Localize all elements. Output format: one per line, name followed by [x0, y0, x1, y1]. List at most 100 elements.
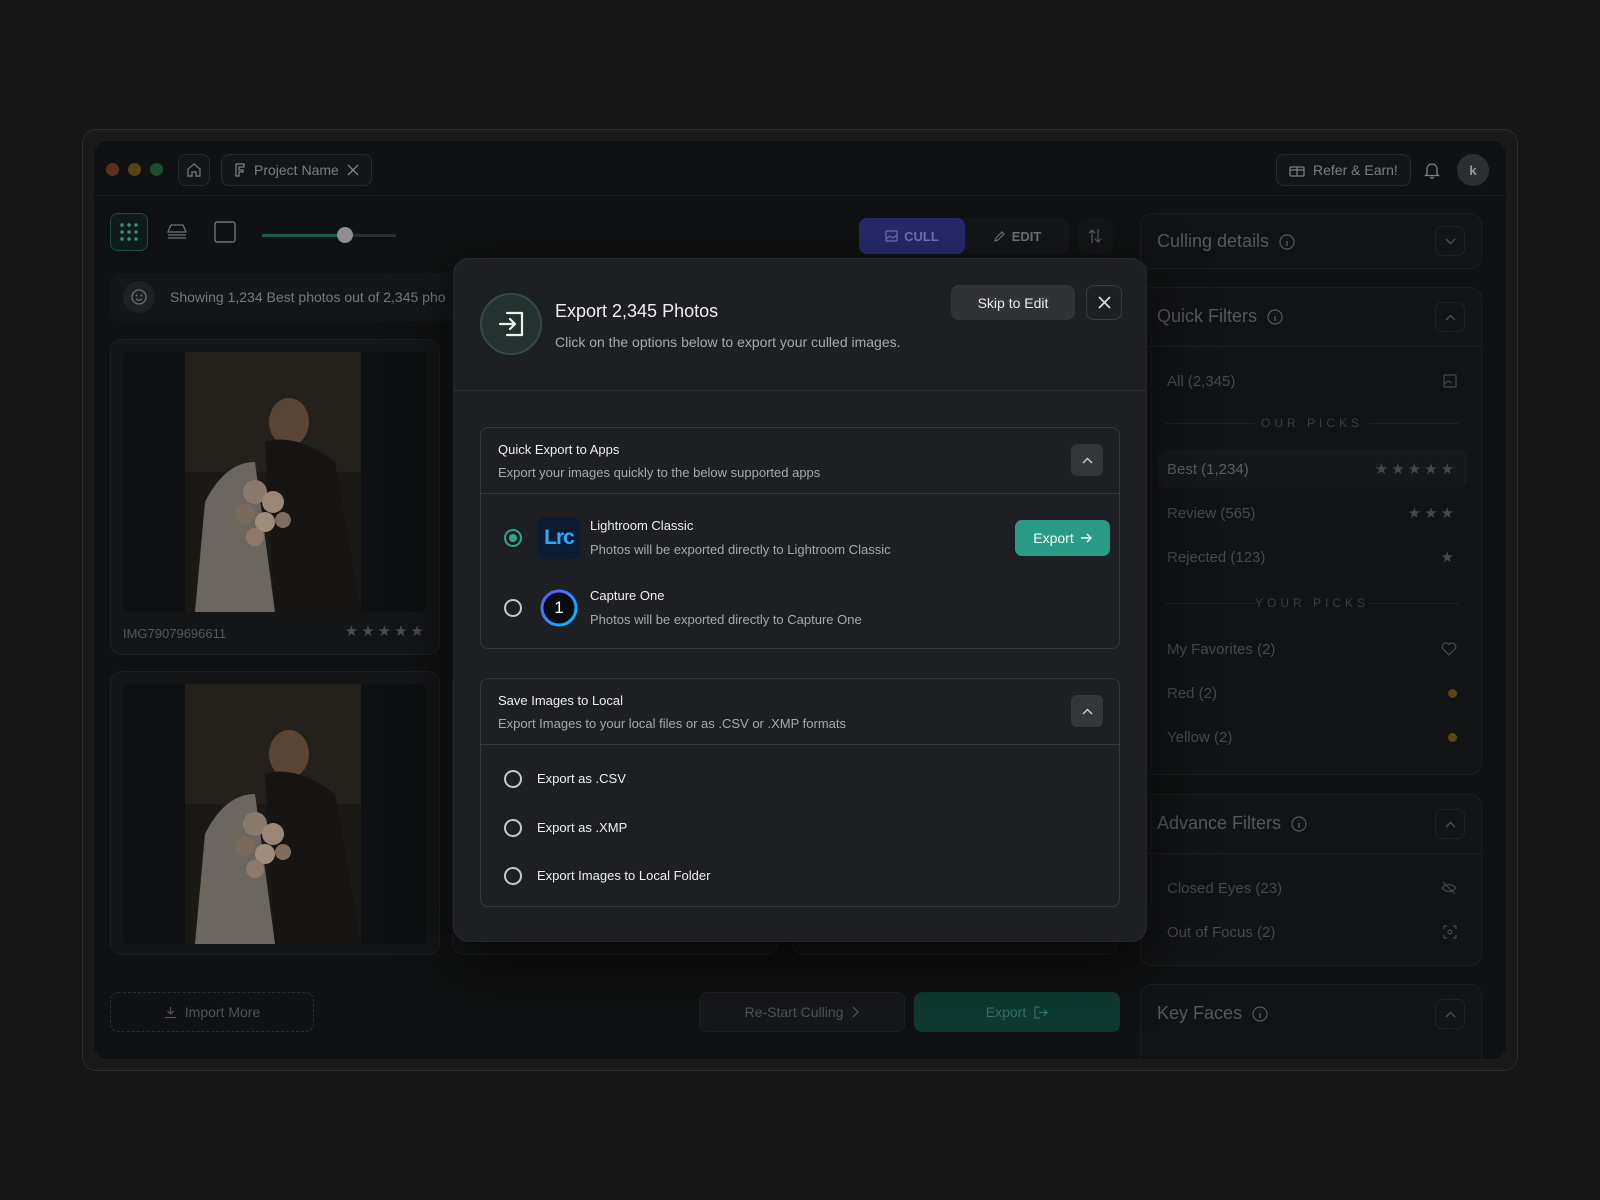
zoom-slider[interactable]	[262, 227, 396, 243]
photo-rating[interactable]: ★★★★★	[345, 622, 427, 640]
rejected-stars: ★	[1440, 549, 1457, 566]
yellow-label-dot	[1448, 732, 1457, 742]
info-icon[interactable]	[1252, 1005, 1268, 1022]
notifications-button[interactable]	[1416, 154, 1448, 186]
import-more-label: Import More	[184, 1004, 261, 1020]
import-box-icon	[498, 311, 524, 337]
image-icon	[1443, 374, 1457, 388]
pencil-icon	[993, 230, 1005, 242]
edit-mode-button[interactable]: EDIT	[965, 218, 1069, 254]
export-icon	[1034, 1005, 1049, 1019]
quick-filters-label: Quick Filters	[1157, 306, 1258, 326]
skip-to-edit-button[interactable]: Skip to Edit	[951, 285, 1075, 320]
filmstrip-view-button[interactable]	[158, 213, 196, 251]
refer-earn-button[interactable]: Refer & Earn!	[1276, 154, 1411, 186]
quick-export-section: Quick Export to Apps Export your images …	[480, 427, 1120, 649]
save-local-toggle[interactable]	[1071, 695, 1103, 727]
filter-yellow[interactable]: Yellow (2)	[1157, 718, 1467, 756]
chevron-right-icon	[852, 1006, 860, 1018]
filter-review[interactable]: Review (565) ★★★	[1157, 494, 1467, 532]
modal-close-button[interactable]	[1086, 285, 1122, 320]
export-csv-radio[interactable]	[504, 770, 522, 788]
filter-rejected-label: Rejected (123)	[1167, 548, 1266, 566]
filter-review-label: Review (565)	[1167, 504, 1256, 522]
maximize-window-dot[interactable]	[150, 163, 163, 176]
chevron-up-icon	[1082, 457, 1092, 463]
arrow-right-icon	[1080, 533, 1092, 543]
key-faces-panel: Key Faces	[1140, 984, 1482, 1059]
info-icon[interactable]	[1291, 815, 1307, 832]
modal-title: Export 2,345 Photos	[555, 301, 719, 321]
quick-filters-toggle[interactable]	[1435, 302, 1465, 332]
advance-filters-panel: Advance Filters Closed Eyes (23) Out of …	[1140, 794, 1482, 966]
avatar[interactable]: k	[1457, 154, 1489, 186]
export-csv-label[interactable]: Export as .CSV	[537, 771, 626, 786]
home-button[interactable]	[178, 154, 210, 186]
minimize-window-dot[interactable]	[128, 163, 141, 176]
divider	[1141, 346, 1481, 347]
restart-culling-button[interactable]: Re-Start Culling	[699, 992, 905, 1032]
quick-export-desc: Export your images quickly to the below …	[498, 465, 821, 480]
export-xmp-radio[interactable]	[504, 819, 522, 837]
export-xmp-label[interactable]: Export as .XMP	[537, 820, 627, 835]
filmstrip-icon	[167, 224, 187, 239]
info-icon[interactable]	[1279, 233, 1295, 250]
zoom-slider-knob[interactable]	[337, 227, 354, 243]
export-button[interactable]: Export	[914, 992, 1120, 1032]
close-window-dot[interactable]	[106, 163, 119, 176]
export-local-folder-radio[interactable]	[504, 867, 522, 885]
project-tab[interactable]: Project Name	[221, 154, 372, 186]
capture-one-radio[interactable]	[504, 599, 522, 617]
single-view-button[interactable]	[206, 213, 244, 251]
filter-red[interactable]: Red (2)	[1157, 674, 1467, 712]
your-picks-heading: YOUR PICKS	[1157, 596, 1467, 610]
export-label: Export	[985, 1004, 1027, 1020]
save-local-header: Save Images to Local Export Images to yo…	[481, 679, 1119, 745]
project-icon	[235, 163, 245, 177]
photo-card[interactable]	[110, 671, 440, 955]
filter-favorites[interactable]: My Favorites (2)	[1157, 630, 1467, 668]
download-icon	[164, 1006, 176, 1018]
culling-details-toggle[interactable]	[1435, 226, 1465, 256]
mode-toggle: CULL EDIT	[859, 218, 1069, 254]
advance-filters-title: Advance Filters	[1157, 813, 1307, 834]
key-faces-toggle[interactable]	[1435, 999, 1465, 1029]
square-icon	[214, 221, 236, 243]
filter-out-of-focus[interactable]: Out of Focus (2)	[1157, 913, 1467, 951]
our-picks-heading: OUR PICKS	[1157, 416, 1467, 430]
filter-best[interactable]: Best (1,234) ★★★★★	[1157, 450, 1467, 488]
cull-mode-button[interactable]: CULL	[859, 218, 965, 254]
heart-icon	[1441, 642, 1457, 656]
lightroom-export-button[interactable]: Export	[1015, 520, 1110, 556]
home-icon	[187, 163, 201, 177]
quick-export-header: Quick Export to Apps Export your images …	[481, 428, 1119, 494]
filter-best-label: Best (1,234)	[1167, 460, 1249, 478]
photo-frame	[123, 352, 427, 612]
save-local-desc: Export Images to your local files or as …	[498, 716, 846, 731]
filter-rejected[interactable]: Rejected (123) ★	[1157, 538, 1467, 576]
lightroom-export-label: Export	[1033, 530, 1074, 546]
close-tab-icon[interactable]	[347, 164, 359, 176]
info-icon[interactable]	[1267, 308, 1283, 325]
zoom-slider-fill	[262, 234, 346, 237]
quick-export-toggle[interactable]	[1071, 444, 1103, 476]
lightroom-desc: Photos will be exported directly to Ligh…	[590, 542, 891, 557]
quick-filters-panel: Quick Filters All (2,345) OUR PICKS Best…	[1140, 287, 1482, 775]
grid-dots-icon	[120, 223, 138, 241]
refer-earn-label: Refer & Earn!	[1313, 162, 1398, 178]
export-local-folder-label[interactable]: Export Images to Local Folder	[537, 868, 710, 883]
sort-arrows-icon	[1088, 229, 1102, 243]
import-more-button[interactable]: Import More	[110, 992, 314, 1032]
export-modal: Export 2,345 Photos Click on the options…	[453, 258, 1147, 942]
photo-card[interactable]: IMG79079696611 ★★★★★	[110, 339, 440, 655]
advance-filters-toggle[interactable]	[1435, 809, 1465, 839]
grid-view-button[interactable]	[110, 213, 148, 251]
quick-export-title: Quick Export to Apps	[498, 442, 620, 457]
sort-button[interactable]	[1077, 218, 1113, 254]
chevron-down-icon	[1445, 238, 1455, 244]
image-icon	[885, 230, 898, 242]
filter-all[interactable]: All (2,345)	[1157, 362, 1467, 400]
divider	[1141, 853, 1481, 854]
lightroom-radio[interactable]	[504, 529, 522, 547]
filter-closed-eyes[interactable]: Closed Eyes (23)	[1157, 869, 1467, 907]
